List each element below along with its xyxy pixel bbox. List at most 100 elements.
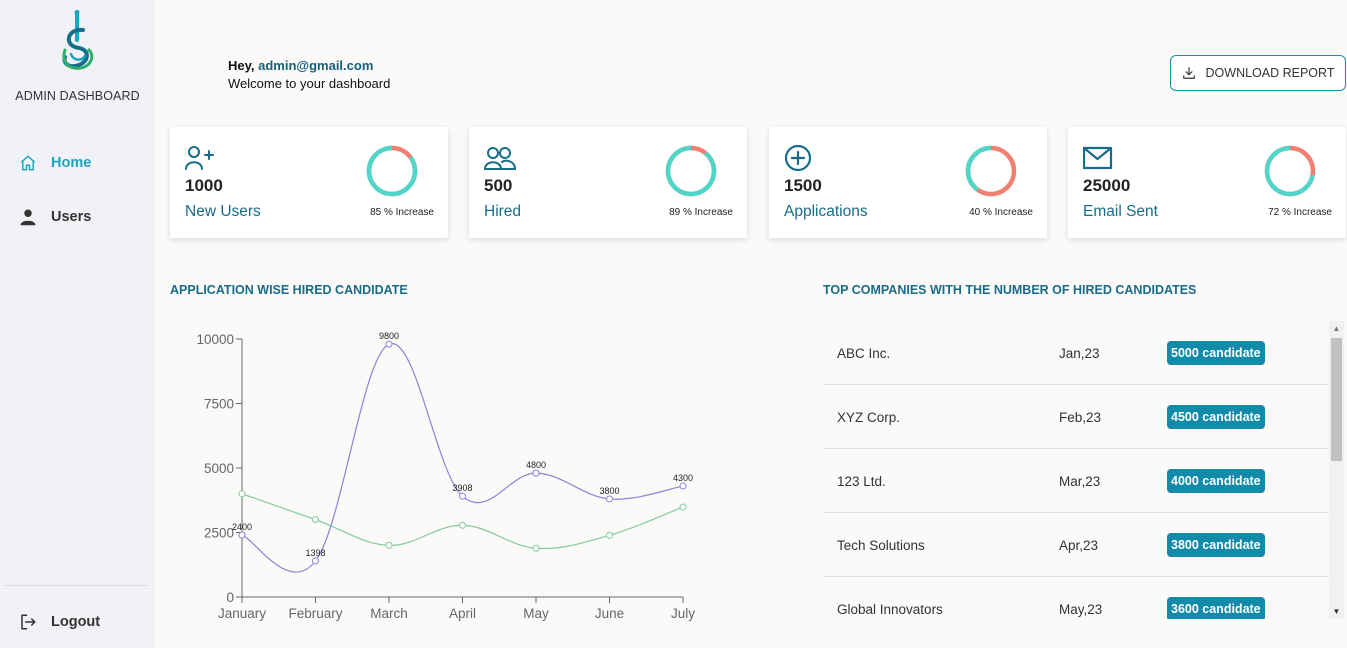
company-date: Feb,23 xyxy=(1059,410,1102,425)
stat-label: Email Sent xyxy=(1083,203,1158,220)
hired-candidates-chart: 0 2500 5000 7500 10000 January February March Ap… xyxy=(196,331,695,621)
sidebar-divider xyxy=(4,585,148,586)
stat-value: 1500 xyxy=(784,176,822,195)
home-icon xyxy=(18,153,38,173)
welcome-text: Welcome to your dashboard xyxy=(228,76,391,91)
company-name: Global Innovators xyxy=(837,602,943,617)
logout-icon xyxy=(18,612,38,632)
sidebar: ADMIN DASHBOARD Home Users Logout xyxy=(0,0,155,648)
y-tick-label: 2500 xyxy=(204,526,234,541)
data-point[interactable] xyxy=(606,531,613,539)
sidebar-item-label: Users xyxy=(51,209,92,225)
list-item: Global Innovators May,23 3600 candidate xyxy=(823,577,1329,619)
stat-value: 500 xyxy=(484,176,513,195)
progress-donut xyxy=(665,145,717,197)
user-icon xyxy=(18,207,38,227)
logo xyxy=(55,10,100,72)
stat-increase: 85 % Increase xyxy=(370,207,434,218)
data-point[interactable] xyxy=(459,492,466,500)
chart-title: APPLICATION WISE HIRED CANDIDATE xyxy=(170,283,408,297)
scroll-down-arrow-icon[interactable]: ▼ xyxy=(1329,604,1344,619)
data-point[interactable] xyxy=(679,503,687,511)
companies-title: TOP COMPANIES WITH THE NUMBER OF HIRED C… xyxy=(823,283,1197,297)
stat-value: 1000 xyxy=(185,176,223,195)
stat-increase: 40 % Increase xyxy=(969,207,1033,218)
data-label: 4800 xyxy=(526,460,546,470)
progress-donut xyxy=(366,145,418,197)
companies-scrollbar[interactable]: ▲ ▼ xyxy=(1329,321,1344,619)
logout-label: Logout xyxy=(51,614,101,630)
company-name: XYZ Corp. xyxy=(837,410,901,425)
sidebar-item-home[interactable]: Home xyxy=(18,151,91,175)
sidebar-item-users[interactable]: Users xyxy=(18,205,91,229)
list-item: XYZ Corp. Feb,23 4500 candidate xyxy=(823,385,1329,449)
series-line-1 xyxy=(241,343,684,573)
scroll-thumb[interactable] xyxy=(1331,338,1342,461)
progress-donut xyxy=(965,145,1017,197)
mail-icon xyxy=(1082,145,1113,171)
candidate-badge: 4500 candidate xyxy=(1167,405,1265,429)
y-tick-label: 0 xyxy=(226,590,234,605)
x-tick-label: April xyxy=(449,606,476,621)
data-point[interactable] xyxy=(606,495,613,503)
companies-list: ABC Inc. Jan,23 5000 candidate XYZ Corp.… xyxy=(823,321,1344,619)
data-point[interactable] xyxy=(532,469,540,477)
data-label: 9800 xyxy=(379,331,399,341)
data-point[interactable] xyxy=(385,340,393,348)
x-tick-label: March xyxy=(370,606,408,621)
stat-increase: 72 % Increase xyxy=(1268,207,1332,218)
logout-button[interactable]: Logout xyxy=(18,610,100,634)
company-date: Mar,23 xyxy=(1059,474,1101,489)
data-point[interactable] xyxy=(459,521,466,529)
data-label: 2400 xyxy=(232,522,252,532)
brand-title: ADMIN DASHBOARD xyxy=(15,89,140,103)
x-tick-label: January xyxy=(218,606,266,621)
data-point[interactable] xyxy=(312,516,319,524)
progress-donut xyxy=(1264,145,1316,197)
stat-increase: 89 % Increase xyxy=(669,207,733,218)
y-tick-label: 7500 xyxy=(204,397,234,412)
data-label: 4300 xyxy=(673,473,693,483)
download-report-label: DOWNLOAD REPORT xyxy=(1205,66,1335,80)
candidate-badge: 4000 candidate xyxy=(1167,469,1265,493)
y-tick-label: 10000 xyxy=(196,332,234,347)
donut-fill xyxy=(665,145,717,197)
candidate-badge: 3800 candidate xyxy=(1167,533,1265,557)
list-item: 123 Ltd. Mar,23 4000 candidate xyxy=(823,449,1329,513)
stat-label: New Users xyxy=(185,203,261,220)
plus-circle-icon xyxy=(784,144,814,172)
company-date: Apr,23 xyxy=(1059,538,1099,553)
company-name: 123 Ltd. xyxy=(837,474,886,489)
data-label: 1398 xyxy=(305,548,325,558)
data-point[interactable] xyxy=(679,482,687,490)
greeting-hey: Hey, xyxy=(228,58,255,73)
candidate-badge: 3600 candidate xyxy=(1167,597,1265,619)
data-point[interactable] xyxy=(238,531,246,539)
data-point[interactable] xyxy=(385,541,393,549)
sidebar-item-label: Home xyxy=(51,155,92,171)
stat-card-new-users: 1000 New Users 85 % Increase xyxy=(170,127,448,238)
scroll-up-arrow-icon[interactable]: ▲ xyxy=(1329,321,1344,336)
user-email: admin@gmail.com xyxy=(258,58,374,73)
user-plus-icon xyxy=(185,145,215,171)
x-tick-label: July xyxy=(671,606,695,621)
stat-label: Hired xyxy=(484,203,522,220)
download-report-button[interactable]: DOWNLOAD REPORT xyxy=(1170,55,1346,91)
data-label: 3800 xyxy=(599,486,619,496)
x-tick-label: May xyxy=(523,606,549,621)
data-point[interactable] xyxy=(312,557,319,565)
stat-card-hired: 500 Hired 89 % Increase xyxy=(469,127,747,238)
data-point[interactable] xyxy=(238,490,246,498)
data-label: 3908 xyxy=(452,483,472,493)
list-item: ABC Inc. Jan,23 5000 candidate xyxy=(823,321,1329,385)
series-line-2 xyxy=(241,493,684,550)
stat-card-email-sent: 25000 Email Sent 72 % Increase xyxy=(1068,127,1346,238)
stat-label: Applications xyxy=(784,203,868,220)
list-item: Tech Solutions Apr,23 3800 candidate xyxy=(823,513,1329,577)
company-date: Jan,23 xyxy=(1059,346,1100,361)
y-tick-label: 5000 xyxy=(204,461,234,476)
data-point[interactable] xyxy=(532,544,540,552)
company-name: ABC Inc. xyxy=(837,346,891,361)
candidate-badge: 5000 candidate xyxy=(1167,341,1265,365)
company-name: Tech Solutions xyxy=(837,538,925,553)
